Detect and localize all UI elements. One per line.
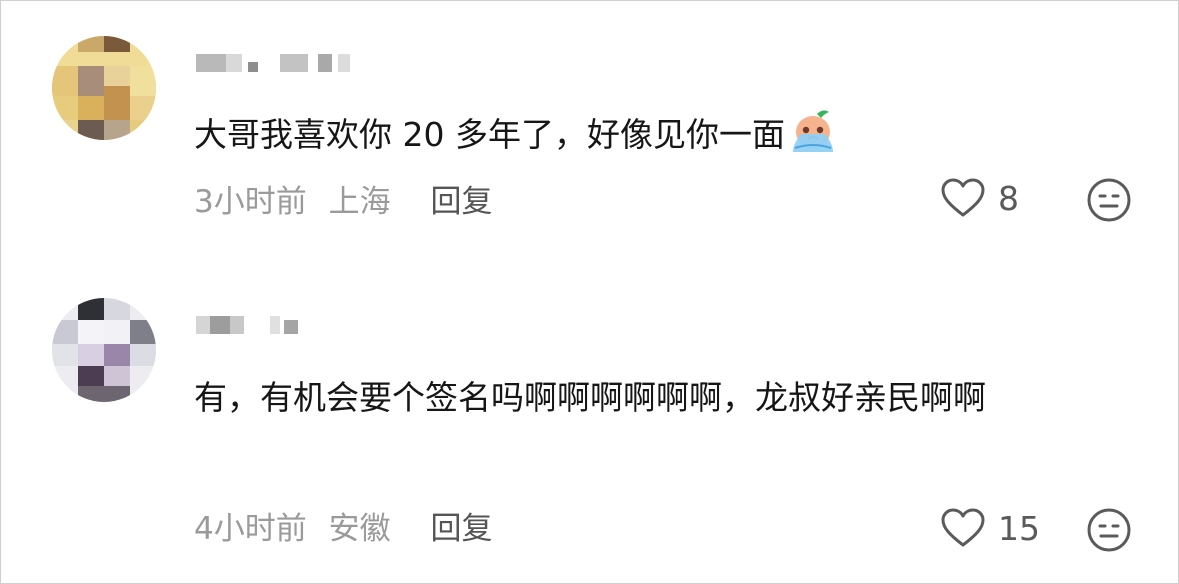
username-blurred[interactable] — [196, 48, 366, 76]
comment-time: 3小时前 — [194, 184, 307, 220]
reply-button[interactable]: 回复 — [430, 503, 492, 548]
neutral-face-icon[interactable] — [1086, 177, 1132, 223]
comment-text: 大哥我喜欢你 20 多年了，好像见你一面 — [194, 108, 1134, 161]
like-count: 15 — [998, 508, 1040, 548]
neutral-face-icon[interactable] — [1086, 507, 1132, 553]
comment-text-content: 有，有机会要个签名吗啊啊啊啊啊啊，龙叔好亲民啊啊 — [194, 378, 986, 417]
avatar[interactable] — [52, 298, 156, 402]
comment-meta: 3小时前 上海 回复 — [194, 176, 492, 221]
like-count: 8 — [998, 178, 1019, 218]
comment-meta: 4小时前 安徽 回复 — [194, 503, 492, 548]
comment-location: 安徽 — [328, 511, 391, 547]
username-blurred[interactable] — [196, 310, 316, 338]
comment-text-content: 大哥我喜欢你 20 多年了，好像见你一面 — [194, 115, 785, 154]
crying-peach-emoji-icon — [792, 110, 833, 152]
comment-item: 大哥我喜欢你 20 多年了，好像见你一面 3小时前 上海 回复 8 — [0, 0, 1179, 250]
heart-outline-icon — [941, 508, 985, 547]
comment-location: 上海 — [328, 184, 391, 220]
like-button[interactable]: 8 — [940, 174, 1019, 222]
comment-item: 有，有机会要个签名吗啊啊啊啊啊啊，龙叔好亲民啊啊 4小时前 安徽 回复 15 — [0, 280, 1179, 580]
like-button[interactable]: 15 — [940, 504, 1040, 552]
heart-outline-icon — [941, 178, 985, 217]
comment-time: 4小时前 — [194, 511, 307, 547]
avatar[interactable] — [52, 36, 156, 140]
comment-text: 有，有机会要个签名吗啊啊啊啊啊啊，龙叔好亲民啊啊 — [194, 372, 1134, 424]
reply-button[interactable]: 回复 — [430, 176, 492, 221]
